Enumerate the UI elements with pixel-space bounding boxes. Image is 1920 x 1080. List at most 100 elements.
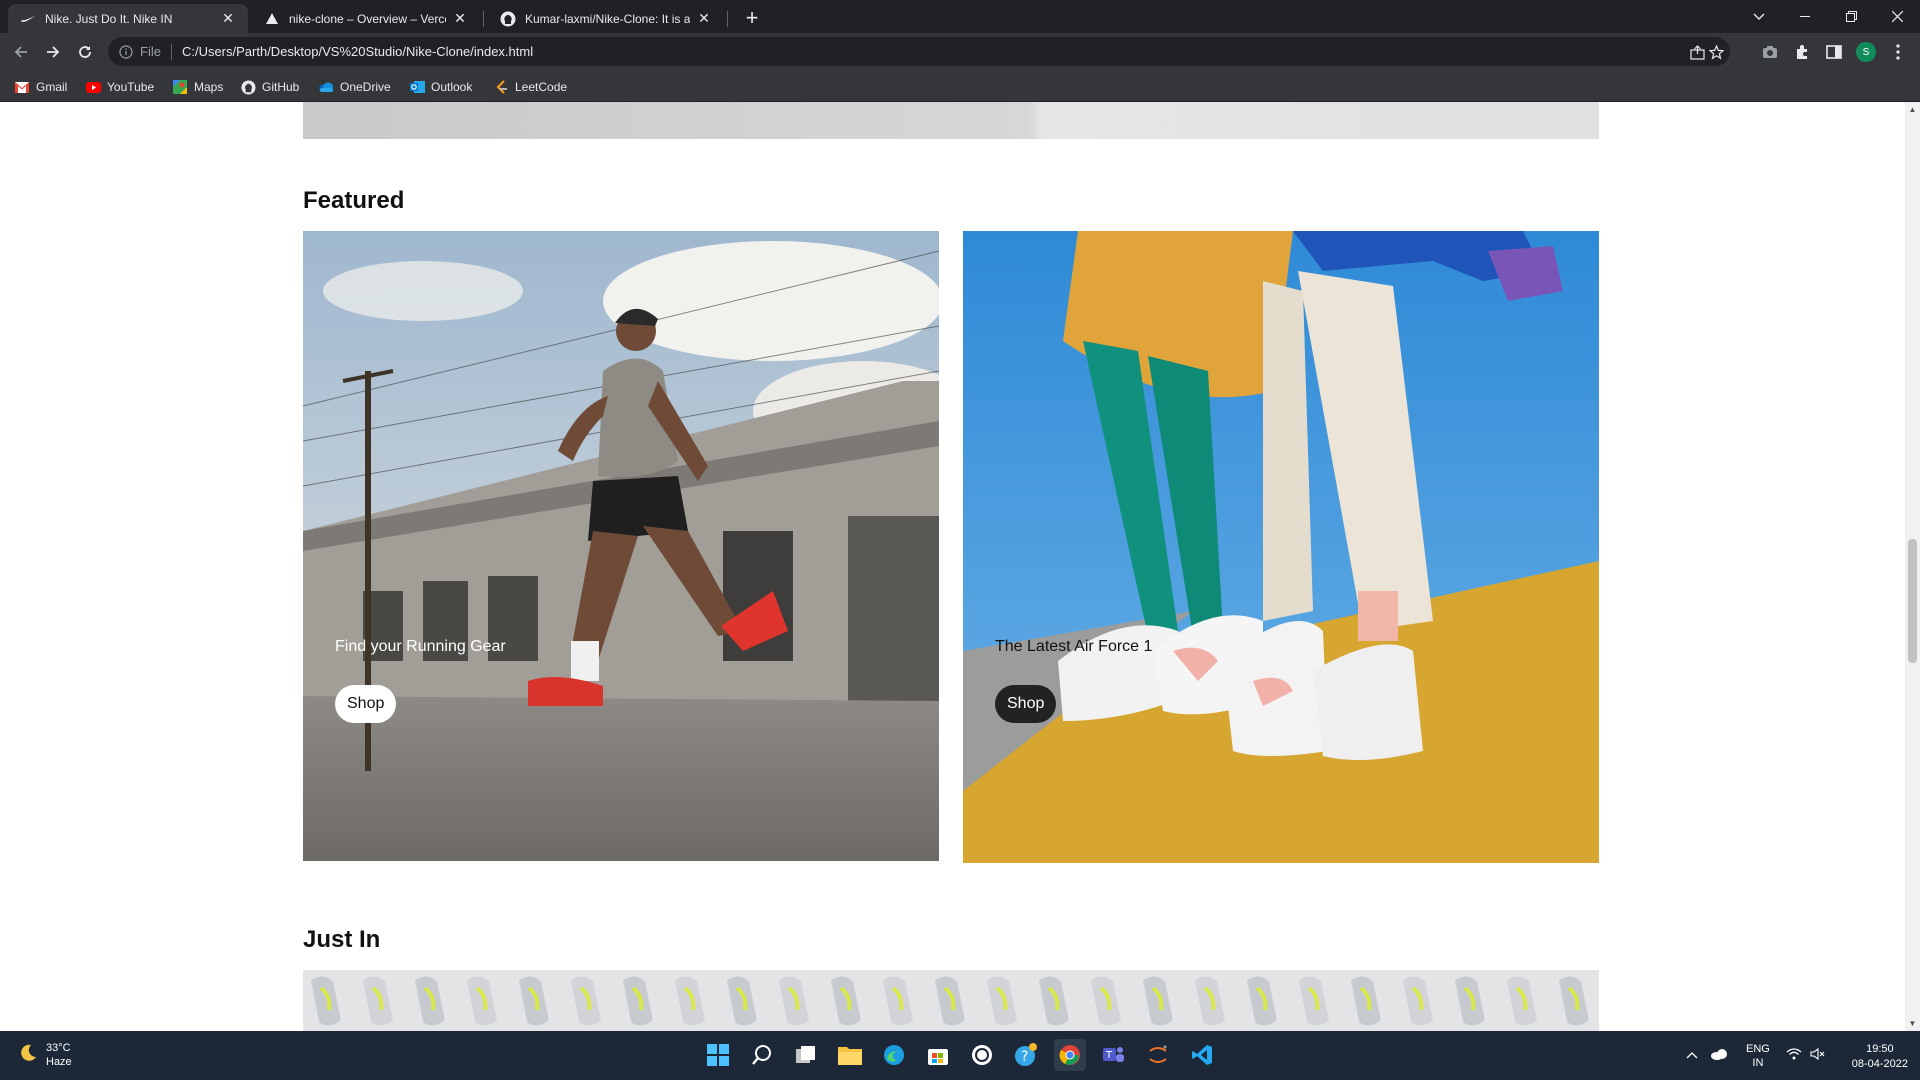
microsoft-store-icon[interactable] [922,1039,954,1071]
bookmark-maps[interactable]: Maps [172,78,223,96]
jupyter-icon[interactable] [1142,1039,1174,1071]
bookmark-label: Maps [194,80,224,94]
weather-widget[interactable]: 33°C Haze [18,1041,72,1069]
featured-heading: Featured [303,187,405,214]
volume-muted-icon[interactable] [1810,1047,1826,1063]
scheme-label: File [140,44,161,59]
scroll-down-icon[interactable]: ▼ [1905,1016,1920,1031]
shoe-shape [467,976,497,1026]
shoe-shape [1559,976,1589,1026]
url-text[interactable]: C:/Users/Parth/Desktop/VS%20Studio/Nike-… [182,44,533,59]
scroll-thumb[interactable] [1908,539,1917,663]
language-indicator[interactable]: ENG IN [1746,1042,1770,1070]
tab-vercel[interactable]: nike-clone – Overview – Vercel ✕ [252,4,480,33]
scroll-up-icon[interactable]: ▲ [1905,102,1920,117]
github-icon [500,11,516,27]
close-tab-icon[interactable]: ✕ [220,10,236,27]
bookmark-label: LeetCode [515,80,568,94]
shop-air-force-button[interactable]: Shop [995,685,1057,723]
bookmark-label: GitHub [262,80,300,94]
page-scrollbar[interactable]: ▲ ▼ [1905,102,1920,1031]
profile-initial: S [1856,42,1876,62]
youtube-icon [85,79,101,95]
close-tab-icon[interactable]: ✕ [696,10,712,27]
teams-icon[interactable]: T [1098,1039,1130,1071]
leetcode-icon [493,79,509,95]
tab-nike[interactable]: Nike. Just Do It. Nike IN ✕ [8,4,248,33]
search-icon[interactable] [746,1039,778,1071]
bookmark-star-icon[interactable] [1707,43,1725,61]
moon-icon [18,1043,38,1068]
shoe-shape [1195,976,1225,1026]
chatgpt-icon[interactable] [966,1039,998,1071]
windows-taskbar: 33°C Haze ? T ENG IN 19:50 08-04-2022 [0,1031,1920,1080]
bookmark-label: Outlook [431,80,473,94]
clock-time: 19:50 [1866,1043,1894,1055]
bookmark-label: YouTube [107,80,155,94]
bookmark-leetcode[interactable]: LeetCode [493,78,567,96]
shoe-shape [1247,976,1277,1026]
bookmark-onedrive[interactable]: OneDrive [318,78,391,96]
edge-icon[interactable] [878,1039,910,1071]
close-tab-icon[interactable]: ✕ [452,10,468,27]
nike-swoosh-icon [20,11,36,27]
shoe-shape [1039,976,1069,1026]
card-caption: Find your Running Gear [335,638,506,655]
shoe-shape [1143,976,1173,1026]
back-icon[interactable] [7,38,35,66]
help-icon[interactable]: ? [1010,1039,1042,1071]
restore-icon[interactable] [1828,0,1874,33]
shoe-shape [779,976,809,1026]
clock[interactable]: 19:50 08-04-2022 [1852,1042,1908,1072]
vercel-icon [264,11,280,27]
tab-github[interactable]: Kumar-laxmi/Nike-Clone: It is a C ✕ [488,4,724,33]
share-icon[interactable] [1688,43,1706,61]
tab-search-icon[interactable] [1736,0,1782,33]
shoe-shape [675,976,705,1026]
svg-text:?: ? [1021,1049,1028,1065]
close-window-icon[interactable] [1874,0,1920,33]
info-icon[interactable] [118,44,134,60]
wifi-icon[interactable] [1786,1048,1802,1063]
shoe-shape [311,976,341,1026]
address-bar[interactable]: File C:/Users/Parth/Desktop/VS%20Studio/… [108,37,1730,66]
bookmarks-bar: Gmail YouTube Maps GitHub OneDrive Outlo… [0,71,1920,102]
browser-tab-bar: Nike. Just Do It. Nike IN ✕ nike-clone –… [0,0,1920,33]
side-panel-icon[interactable] [1824,42,1844,62]
extensions-icon[interactable] [1792,42,1812,62]
onedrive-cloud-icon[interactable] [1710,1048,1728,1063]
svg-text:T: T [1105,1050,1113,1061]
shoe-shape [883,976,913,1026]
just-in-heading: Just In [303,926,381,953]
task-view-icon[interactable] [790,1039,822,1071]
outlook-icon [409,79,425,95]
camera-extension-icon[interactable] [1760,42,1780,62]
just-in-image [303,970,1599,1031]
bookmark-youtube[interactable]: YouTube [85,78,154,96]
reload-icon[interactable] [71,38,99,66]
bookmark-github[interactable]: GitHub [240,78,299,96]
shop-running-button[interactable]: Shop [335,685,397,723]
shoe-shape [415,976,445,1026]
chrome-icon[interactable] [1054,1039,1086,1071]
windows-start-icon[interactable] [702,1039,734,1071]
shoe-shape [987,976,1017,1026]
bookmark-outlook[interactable]: Outlook [409,78,472,96]
forward-icon[interactable] [39,38,67,66]
featured-card-running[interactable]: Find your Running Gear Shop [303,231,939,861]
card-caption: The Latest Air Force 1 [995,638,1153,655]
featured-card-air-force[interactable]: The Latest Air Force 1 Shop [963,231,1599,863]
tab-title: Nike. Just Do It. Nike IN [45,11,173,26]
menu-kebab-icon[interactable] [1888,42,1908,62]
file-explorer-icon[interactable] [834,1039,866,1071]
chevron-up-icon[interactable] [1686,1050,1698,1062]
vscode-icon[interactable] [1186,1039,1218,1071]
profile-avatar[interactable]: S [1856,42,1876,62]
bookmark-gmail[interactable]: Gmail [14,78,67,96]
shoe-shape [1091,976,1121,1026]
minimize-icon[interactable] [1782,0,1828,33]
air-force-photo [963,231,1599,863]
bookmark-label: Gmail [36,80,68,94]
new-tab-button[interactable]: + [738,4,766,32]
tab-separator [483,11,484,27]
